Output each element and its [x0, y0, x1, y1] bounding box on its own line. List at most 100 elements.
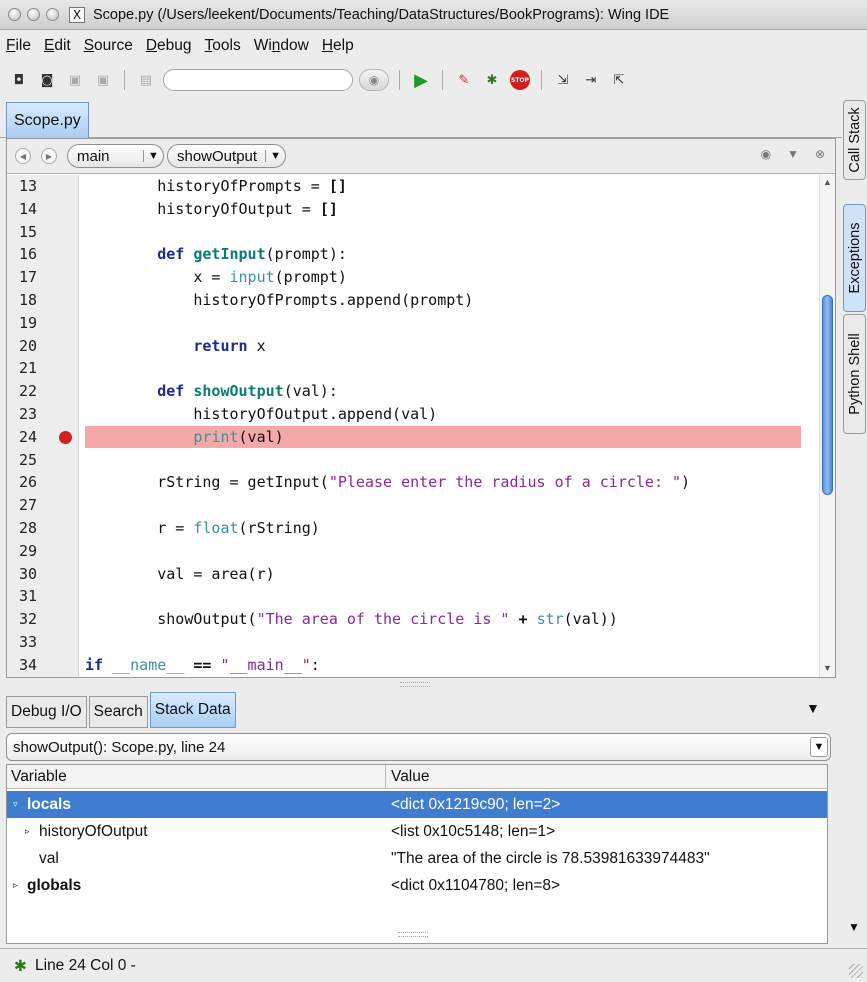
- scope-combo[interactable]: main ▼: [67, 144, 164, 168]
- chevron-down-icon[interactable]: ▼: [787, 147, 799, 161]
- search-icon[interactable]: ◉: [359, 69, 389, 91]
- column-header-variable[interactable]: Variable: [11, 768, 67, 786]
- code-line[interactable]: 13 historyOfPrompts = []: [7, 175, 819, 197]
- line-number: 27: [19, 496, 38, 514]
- table-header: Variable Value: [7, 765, 827, 789]
- code-line[interactable]: 30 val = area(r): [7, 563, 819, 585]
- code-line[interactable]: 31: [7, 585, 819, 607]
- save-file-icon[interactable]: ▣: [64, 69, 86, 91]
- line-number: 14: [19, 200, 38, 218]
- collapsed-triangle-icon[interactable]: ▹: [25, 818, 30, 845]
- tab-python-shell[interactable]: Python Shell: [843, 314, 866, 434]
- editor-panel-splitter[interactable]: [400, 682, 430, 687]
- code-line[interactable]: 16 def getInput(prompt):: [7, 243, 819, 265]
- line-number: 23: [19, 405, 38, 423]
- step-into-icon[interactable]: ⇲: [552, 69, 574, 91]
- step-over-icon[interactable]: ⇥: [580, 69, 602, 91]
- code-line[interactable]: 32 showOutput("The area of the circle is…: [7, 608, 819, 630]
- code-line[interactable]: 17 x = input(prompt): [7, 266, 819, 288]
- chevron-down-icon: ▼: [810, 737, 828, 757]
- code-area[interactable]: 13 historyOfPrompts = [] 14 historyOfOutp…: [7, 175, 819, 677]
- code-line[interactable]: 34 if __name__ == "__main__":: [7, 654, 819, 676]
- code-line[interactable]: 27: [7, 494, 819, 516]
- breakpoint-toggle-icon[interactable]: ✎: [453, 69, 475, 91]
- nav-forward-icon[interactable]: ▶: [41, 148, 57, 164]
- menu-tools[interactable]: Tools: [205, 37, 241, 55]
- window-controls: [8, 8, 59, 21]
- menu-help[interactable]: Help: [322, 37, 354, 55]
- minimize-window-button[interactable]: [27, 8, 40, 21]
- step-out-icon[interactable]: ⇱: [608, 69, 630, 91]
- menu-debug[interactable]: Debug: [146, 37, 192, 55]
- code-line[interactable]: 15: [7, 221, 819, 243]
- line-number: 33: [19, 633, 38, 651]
- menu-window[interactable]: Window: [254, 37, 309, 55]
- tab-debug-io[interactable]: Debug I/O: [6, 696, 87, 728]
- code-text: return x: [193, 337, 266, 355]
- code-line[interactable]: 33: [7, 631, 819, 653]
- stop-debug-icon[interactable]: STOP: [509, 69, 531, 91]
- open-file-icon[interactable]: ◙: [36, 69, 58, 91]
- resize-grip[interactable]: [849, 964, 863, 978]
- debug-run-icon[interactable]: ▶: [410, 69, 432, 91]
- bottom-panel-tabs: Debug I/O Search Stack Data: [6, 692, 238, 728]
- expanded-triangle-icon[interactable]: ▿: [13, 791, 18, 818]
- stack-frame-select[interactable]: showOutput(): Scope.py, line 24 ▼: [6, 733, 831, 761]
- line-number: 26: [19, 473, 38, 491]
- debug-bug-icon[interactable]: ✱: [481, 69, 503, 91]
- tab-scope-py[interactable]: Scope.py: [6, 102, 89, 138]
- save-all-icon[interactable]: ▣: [92, 69, 114, 91]
- menu-edit[interactable]: Edit: [44, 37, 71, 55]
- panel-options-icon[interactable]: ▼: [806, 700, 820, 716]
- code-text: historyOfPrompts.append(prompt): [85, 291, 474, 309]
- code-line[interactable]: 20 return x: [7, 335, 819, 357]
- code-editor: ◀ ▶ main ▼ showOutput ▼ ◉ ▼ ⊗ 13 history…: [6, 138, 836, 678]
- code-line[interactable]: 23 historyOfOutput.append(val): [7, 403, 819, 425]
- code-line[interactable]: 22 def showOutput(val):: [7, 380, 819, 402]
- panel-scroll-down-icon[interactable]: ▼: [848, 920, 860, 934]
- menu-source[interactable]: Source: [84, 37, 133, 55]
- close-editor-icon[interactable]: ⊗: [815, 147, 825, 161]
- editor-vertical-scrollbar[interactable]: ▲ ▼: [819, 175, 835, 677]
- panel-splitter[interactable]: [398, 932, 428, 937]
- tab-exceptions[interactable]: Exceptions: [843, 204, 866, 312]
- nav-back-icon[interactable]: ◀: [15, 148, 31, 164]
- close-window-button[interactable]: [8, 8, 21, 21]
- table-row[interactable]: val "The area of the circle is 78.5398163…: [7, 845, 827, 872]
- tab-search[interactable]: Search: [88, 696, 148, 728]
- scroll-up-icon[interactable]: ▲: [821, 177, 834, 189]
- collapsed-triangle-icon[interactable]: ▹: [13, 872, 18, 899]
- code-line[interactable]: 26 rString = getInput("Please enter the …: [7, 471, 819, 493]
- table-row[interactable]: ▿ locals <dict 0x1219c90; len=2>: [7, 791, 827, 818]
- code-text: x = input(prompt): [85, 268, 347, 286]
- table-row[interactable]: ▹ globals <dict 0x1104780; len=8>: [7, 872, 827, 899]
- code-line[interactable]: 28 r = float(rString): [7, 517, 819, 539]
- stack-data-table: Variable Value ▿ locals <dict 0x1219c90; l…: [6, 764, 828, 944]
- code-line[interactable]: 14 historyOfOutput = []: [7, 198, 819, 220]
- code-line[interactable]: 25: [7, 449, 819, 471]
- code-line[interactable]: 19: [7, 312, 819, 334]
- title-bar: X Scope.py (/Users/leekent/Documents/Tea…: [0, 0, 867, 30]
- table-row[interactable]: ▹ historyOfOutput <list 0x10c5148; len=1>: [7, 818, 827, 845]
- window-title: Scope.py (/Users/leekent/Documents/Teach…: [93, 6, 670, 23]
- code-line[interactable]: 29: [7, 540, 819, 562]
- main-toolbar: ◘ ◙ ▣ ▣ ▤ ◉ ▶ ✎ ✱ STOP ⇲ ⇥ ⇱: [0, 62, 867, 98]
- code-line[interactable]: 18 historyOfPrompts.append(prompt): [7, 289, 819, 311]
- menu-file[interactable]: File: [6, 37, 31, 55]
- scrollbar-thumb[interactable]: [822, 295, 833, 495]
- function-combo[interactable]: showOutput ▼: [167, 144, 287, 168]
- column-divider[interactable]: [385, 765, 386, 789]
- code-text: r = float(rString): [85, 519, 320, 537]
- zoom-window-button[interactable]: [46, 8, 59, 21]
- column-header-value[interactable]: Value: [391, 768, 430, 786]
- variable-value: <dict 0x1219c90; len=2>: [391, 796, 561, 813]
- tab-call-stack[interactable]: Call Stack: [843, 100, 866, 180]
- print-icon[interactable]: ▤: [135, 69, 157, 91]
- new-file-icon[interactable]: ◘: [8, 69, 30, 91]
- toolbar-search-input[interactable]: [163, 69, 353, 91]
- tab-stack-data[interactable]: Stack Data: [149, 692, 236, 728]
- scroll-down-icon[interactable]: ▼: [821, 663, 834, 675]
- code-line[interactable]: 24 print(val): [7, 426, 819, 448]
- code-line[interactable]: 21: [7, 357, 819, 379]
- options-icon[interactable]: ◉: [761, 147, 771, 161]
